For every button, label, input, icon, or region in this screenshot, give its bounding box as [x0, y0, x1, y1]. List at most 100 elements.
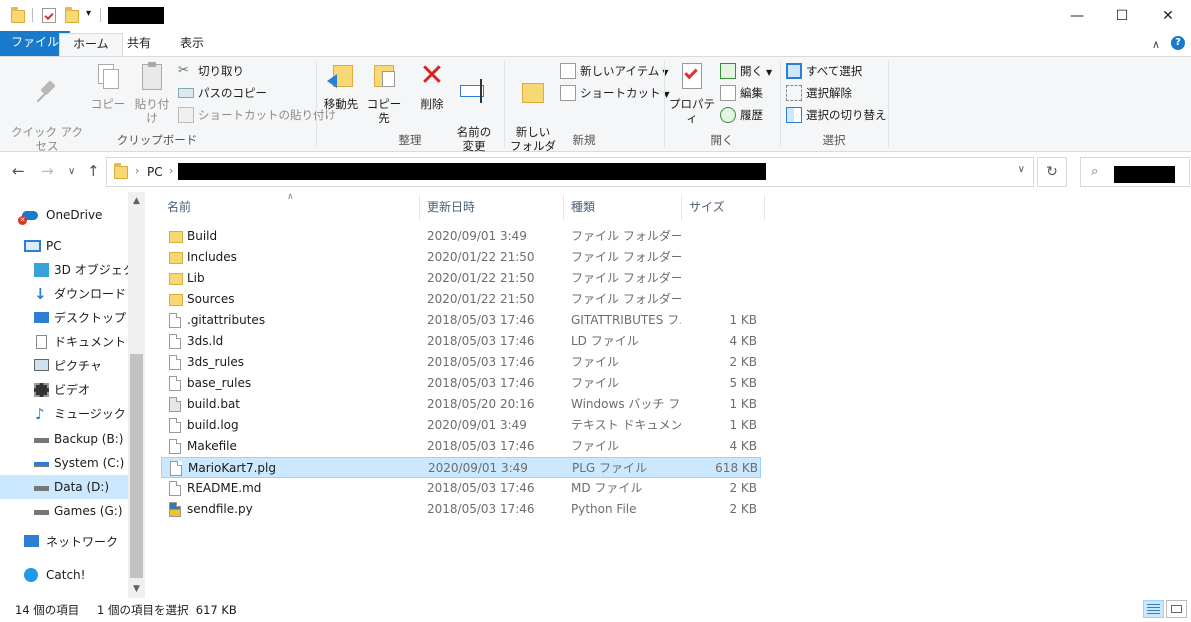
file-row[interactable]: build.log 2020/09/01 3:49 テキスト ドキュメント 1 KB: [161, 415, 761, 436]
nav-item-games-drive[interactable]: Games (G:): [0, 500, 128, 522]
maximize-button[interactable]: ☐: [1099, 0, 1145, 31]
details-view-icon[interactable]: [1143, 600, 1164, 618]
scrollbar-thumb[interactable]: [130, 354, 143, 578]
new-item-button[interactable]: 新しいアイテム ▼: [560, 62, 669, 80]
file-size: 1 KB: [729, 313, 757, 327]
breadcrumb-pc[interactable]: PC: [147, 165, 163, 179]
breadcrumb-path[interactable]: [178, 163, 766, 180]
file-row[interactable]: build.bat 2018/05/20 20:16 Windows バッチ ファ.…: [161, 394, 761, 415]
file-row[interactable]: 3ds.ld 2018/05/03 17:46 LD ファイル 4 KB: [161, 331, 761, 352]
address-dropdown-icon[interactable]: ∨: [1018, 164, 1025, 175]
paste-shortcut-button[interactable]: ショートカットの貼り付け: [178, 106, 336, 124]
selection-info: 1 個の項目を選択 617 KB: [97, 603, 237, 617]
select-none-button[interactable]: 選択解除: [786, 84, 852, 102]
copy-path-button[interactable]: パスのコピー: [178, 84, 267, 102]
nav-item-pictures[interactable]: ピクチャ: [0, 355, 128, 377]
select-group: すべて選択 選択解除 選択の切り替え 選択: [782, 57, 887, 151]
refresh-icon[interactable]: ↻: [1037, 157, 1067, 187]
delete-button[interactable]: ✕ 削除: [416, 61, 448, 112]
nav-item-videos[interactable]: ビデオ: [0, 379, 128, 401]
cut-button[interactable]: ✂ 切り取り: [178, 62, 244, 80]
open-icon: [720, 63, 736, 79]
history-button[interactable]: 履歴: [720, 106, 763, 124]
nav-item-network[interactable]: ネットワーク: [0, 531, 128, 553]
move-to-button[interactable]: 移動先: [320, 61, 362, 111]
chevron-up-icon[interactable]: ∧: [1152, 38, 1160, 51]
select-all-button[interactable]: すべて選択: [786, 62, 862, 80]
ribbon-tabs: ファイル ホーム 共有 表示 ∧ ?: [0, 31, 1191, 56]
edit-button[interactable]: 編集: [720, 84, 763, 102]
properties-quick-icon[interactable]: [42, 8, 56, 23]
file-row[interactable]: Makefile 2018/05/03 17:46 ファイル 4 KB: [161, 436, 761, 457]
nav-item-system-drive[interactable]: System (C:): [0, 452, 128, 474]
back-icon[interactable]: ←: [12, 162, 25, 180]
forward-icon[interactable]: →: [41, 162, 54, 180]
easy-access-button[interactable]: ショートカット ▼: [560, 84, 670, 102]
tab-share[interactable]: 共有: [114, 33, 164, 56]
properties-icon: [676, 61, 708, 93]
large-icons-view-icon[interactable]: [1166, 600, 1187, 618]
folder-row[interactable]: Lib 2020/01/22 21:50 ファイル フォルダー: [161, 268, 761, 289]
nav-item-downloads[interactable]: ↓ ダウンロード: [0, 283, 128, 305]
file-type: ファイル フォルダー: [571, 292, 681, 306]
nav-item-documents[interactable]: ドキュメント: [0, 331, 128, 353]
pin-icon: [31, 75, 63, 107]
file-type: ファイル: [571, 439, 620, 453]
nav-pane-scrollbar[interactable]: ▲ ▼: [128, 192, 145, 598]
minimize-button[interactable]: —: [1054, 0, 1100, 31]
customize-toolbar-icon[interactable]: ▾: [86, 8, 91, 19]
scroll-up-icon[interactable]: ▲: [128, 196, 145, 206]
file-size: 2 KB: [729, 355, 757, 369]
column-header-type[interactable]: 種類: [565, 195, 682, 220]
column-header-name[interactable]: 名前: [161, 195, 420, 220]
up-icon[interactable]: ↑: [87, 162, 100, 180]
invert-selection-button[interactable]: 選択の切り替え: [786, 106, 887, 124]
file-size: [681, 247, 757, 268]
column-header-size[interactable]: サイズ: [683, 195, 765, 220]
file-name: Lib: [187, 271, 205, 285]
file-row[interactable]: base_rules 2018/05/03 17:46 ファイル 5 KB: [161, 373, 761, 394]
nav-item-music[interactable]: ♪ ミュージック: [0, 403, 128, 425]
file-row[interactable]: .gitattributes 2018/05/03 17:46 GITATTRIBU…: [161, 310, 761, 331]
breadcrumb-chevron-icon[interactable]: ›: [135, 164, 139, 177]
navigation-pane: ✕ OneDrive PC 3D オブジェクト ↓ ダウンロード デスクトップ …: [0, 192, 147, 598]
invert-selection-icon: [786, 107, 802, 123]
scroll-down-icon[interactable]: ▼: [128, 584, 145, 594]
help-icon[interactable]: ?: [1171, 36, 1185, 50]
paste-icon: [136, 61, 168, 93]
properties-button[interactable]: プロパティ: [668, 61, 716, 125]
folder-icon: [169, 294, 183, 306]
file-row[interactable]: MarioKart7.plg 2020/09/01 3:49 PLG ファイル 618…: [161, 457, 761, 478]
open-button[interactable]: 開く ▼: [720, 62, 772, 80]
paste-button[interactable]: 貼り付け: [130, 61, 174, 125]
recent-locations-icon[interactable]: ∨: [68, 166, 75, 177]
nav-item-desktop[interactable]: デスクトップ: [0, 307, 128, 329]
nav-item-data-drive[interactable]: Data (D:): [0, 475, 128, 499]
nav-item-catch[interactable]: Catch!: [0, 564, 128, 586]
file-size: 2 KB: [729, 481, 757, 495]
folder-icon: [169, 252, 183, 264]
folder-row[interactable]: Includes 2020/01/22 21:50 ファイル フォルダー: [161, 247, 761, 268]
folder-row[interactable]: Sources 2020/01/22 21:50 ファイル フォルダー: [161, 289, 761, 310]
file-row[interactable]: 3ds_rules 2018/05/03 17:46 ファイル 2 KB: [161, 352, 761, 373]
file-name: 3ds_rules: [187, 355, 245, 369]
nav-item-pc[interactable]: PC: [0, 235, 128, 257]
open-group-label: 開く: [710, 133, 734, 147]
close-button[interactable]: ✕: [1145, 0, 1191, 31]
copy-button[interactable]: コピー: [90, 61, 126, 111]
tab-view[interactable]: 表示: [167, 33, 217, 56]
catch-icon: [24, 568, 38, 582]
file-size: 1 KB: [729, 418, 757, 432]
column-header-date[interactable]: 更新日時: [421, 195, 564, 220]
new-folder-quick-icon[interactable]: [65, 7, 79, 23]
file-row[interactable]: README.md 2018/05/03 17:46 MD ファイル 2 KB: [161, 478, 761, 499]
copy-to-button[interactable]: コピー先: [364, 61, 404, 125]
new-group: 新しい フォルダー 新しいアイテム▼ ショートカット▼ 新規: [506, 57, 670, 167]
nav-item-onedrive[interactable]: ✕ OneDrive: [0, 204, 128, 226]
file-row[interactable]: sendfile.py 2018/05/03 17:46 Python File 2 …: [161, 499, 761, 520]
nav-item-backup-drive[interactable]: Backup (B:): [0, 428, 128, 450]
folder-row[interactable]: Build 2020/09/01 3:49 ファイル フォルダー: [161, 226, 761, 247]
breadcrumb-chevron-icon[interactable]: ›: [169, 164, 173, 177]
file-name: Makefile: [187, 439, 237, 453]
nav-item-3d-objects[interactable]: 3D オブジェクト: [0, 259, 147, 281]
